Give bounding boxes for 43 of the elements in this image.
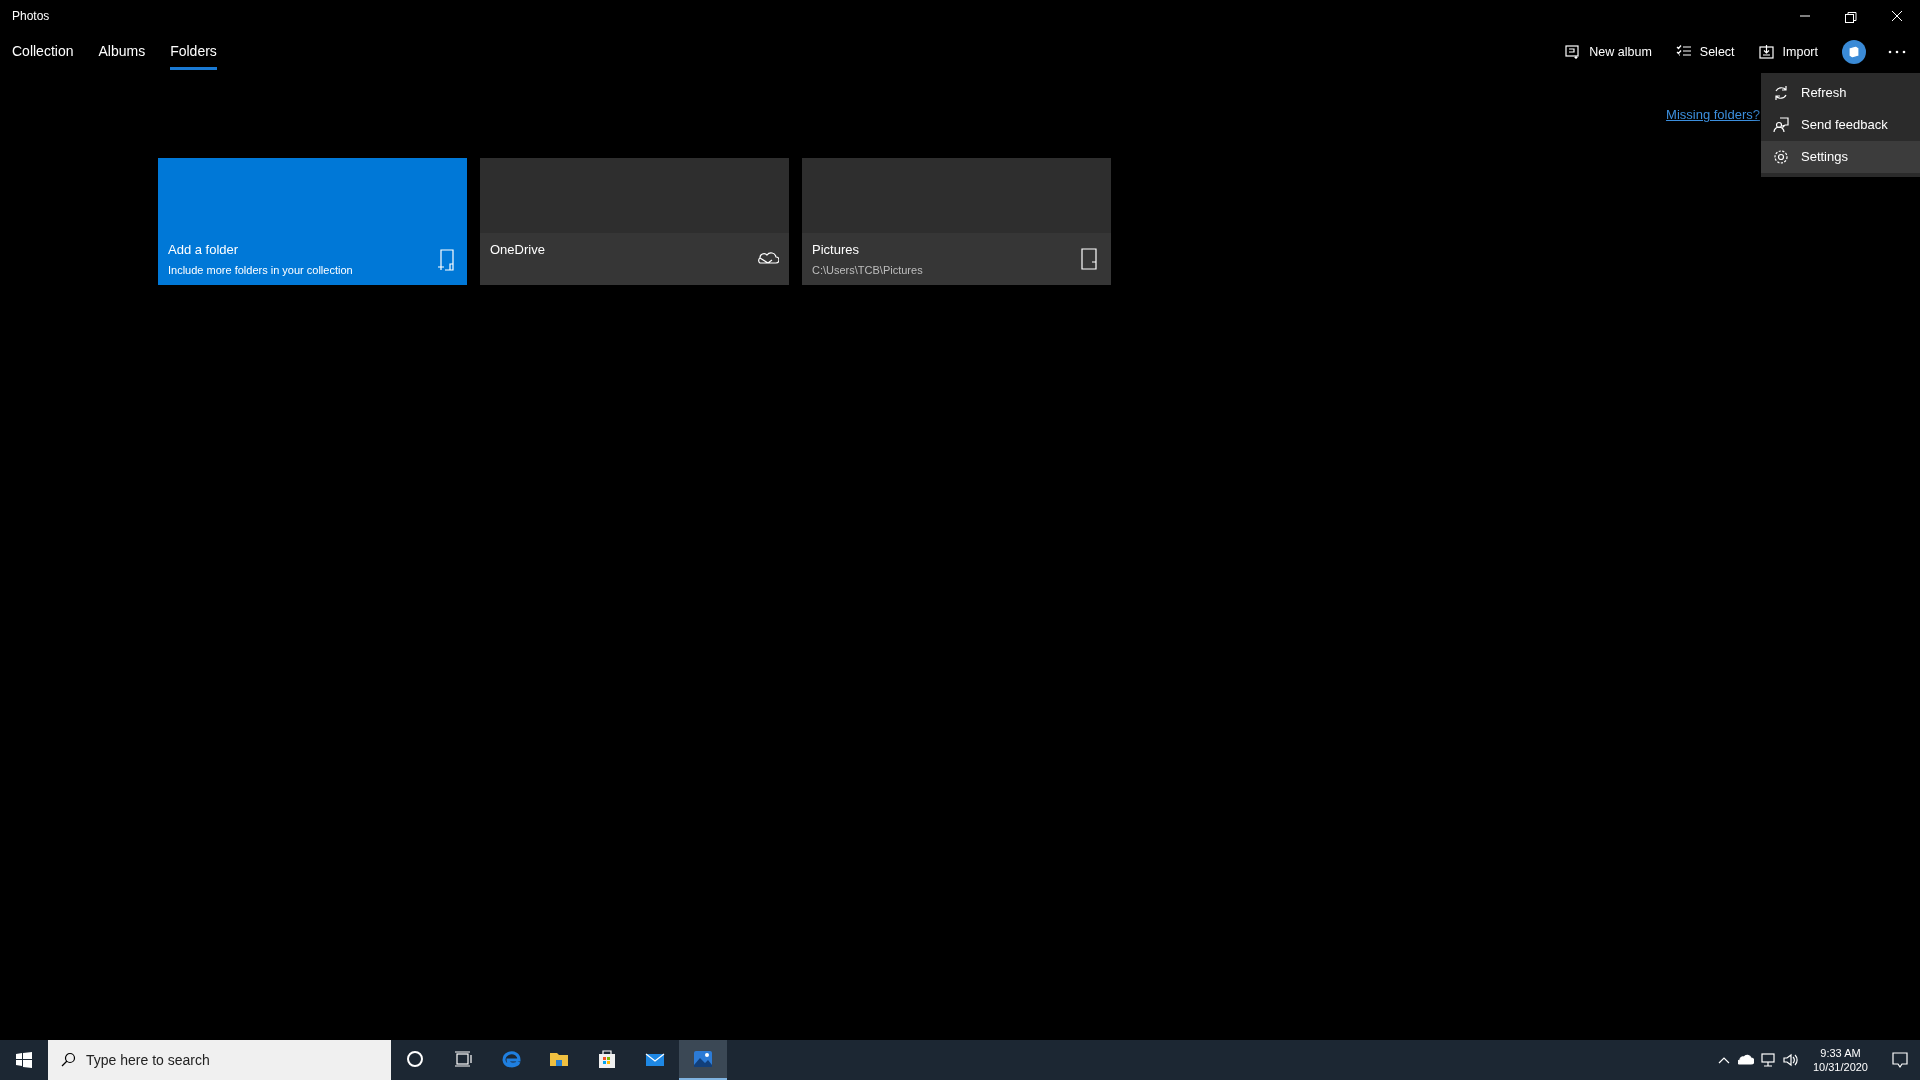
window-title: Photos bbox=[11, 8, 50, 25]
avatar[interactable] bbox=[1842, 40, 1866, 64]
new-album-icon bbox=[1565, 44, 1582, 60]
network-icon[interactable] bbox=[1759, 1052, 1776, 1068]
task-view-icon bbox=[452, 1048, 474, 1070]
folder-tile[interactable]: OneDrive bbox=[480, 157, 789, 285]
minimize-icon bbox=[1800, 15, 1810, 17]
missing-folders-link[interactable]: Missing folders? bbox=[1666, 105, 1760, 125]
browser-icon bbox=[500, 1048, 522, 1070]
feedback-icon bbox=[1773, 117, 1789, 133]
speaker-icon[interactable] bbox=[1781, 1052, 1798, 1068]
menu-item[interactable]: Refresh bbox=[1761, 77, 1920, 109]
tile-subtitle: Include more folders in your collection bbox=[168, 263, 353, 278]
book-icon bbox=[1847, 45, 1861, 59]
tile-title: Add a folder bbox=[168, 240, 240, 259]
circle-icon bbox=[404, 1048, 426, 1070]
tab[interactable]: Collection bbox=[12, 34, 74, 70]
search-field[interactable]: Type here to search bbox=[48, 1040, 391, 1080]
search-icon bbox=[60, 1052, 76, 1068]
landscape-icon bbox=[692, 1048, 714, 1070]
tab[interactable]: Albums bbox=[98, 34, 146, 70]
refresh-icon bbox=[1773, 85, 1789, 101]
folder-tile[interactable]: Pictures C:\Users\TCB\Pictures bbox=[802, 157, 1111, 285]
tile-title: Pictures bbox=[812, 240, 860, 259]
toolbar-button[interactable]: New album bbox=[1559, 38, 1658, 66]
tile-title: OneDrive bbox=[490, 240, 545, 259]
cloud-icon[interactable] bbox=[1737, 1052, 1754, 1068]
tab[interactable]: Folders bbox=[170, 34, 217, 70]
clock-time: 9:33 AM bbox=[1819, 1045, 1862, 1060]
menu-item[interactable]: Send feedback bbox=[1761, 109, 1920, 141]
windows-logo bbox=[16, 1052, 32, 1068]
clock-date: 10/31/2020 bbox=[1812, 1060, 1868, 1075]
toolbar-button[interactable]: Import bbox=[1752, 38, 1824, 66]
toolbar-button[interactable]: Select bbox=[1669, 38, 1741, 66]
add-folder-icon bbox=[435, 247, 457, 272]
folder-tile[interactable]: Add a folder Include more folders in your collection bbox=[158, 157, 467, 285]
tile-subtitle: C:\Users\TCB\Pictures bbox=[812, 263, 923, 278]
menu-item[interactable]: Settings bbox=[1761, 141, 1920, 173]
import-icon bbox=[1758, 44, 1775, 60]
shopping-bag-icon bbox=[596, 1048, 618, 1070]
more-icon bbox=[1888, 50, 1906, 54]
notification-icon[interactable] bbox=[1891, 1051, 1909, 1069]
gear-icon bbox=[1773, 149, 1789, 165]
